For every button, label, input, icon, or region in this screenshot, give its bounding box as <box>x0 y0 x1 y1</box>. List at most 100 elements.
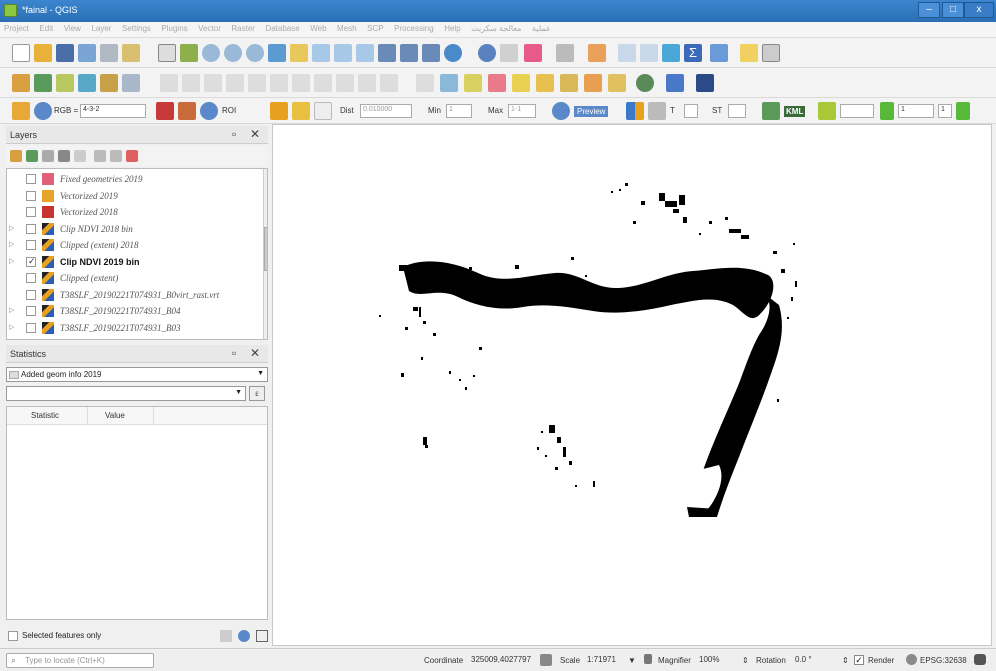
crs-label[interactable]: EPSG:32638 <box>920 656 967 665</box>
expression-builder-icon[interactable]: ε <box>249 386 265 401</box>
zoom-out-icon[interactable] <box>224 44 242 62</box>
python-console-icon[interactable] <box>636 74 654 92</box>
expand-arrow-icon[interactable]: ▷ <box>9 323 17 331</box>
zoom-full-icon[interactable] <box>268 44 286 62</box>
select-features-icon[interactable] <box>524 44 542 62</box>
messages-icon[interactable] <box>974 654 986 665</box>
magnifier-spinbox[interactable]: 100% <box>696 653 736 668</box>
zoom-native-icon[interactable] <box>334 44 352 62</box>
action-icon[interactable] <box>500 44 518 62</box>
layer-labeling-icon[interactable] <box>440 74 458 92</box>
column-value[interactable]: Value <box>105 411 125 420</box>
classification-preview-icon[interactable] <box>626 102 644 120</box>
field-calculator-icon[interactable] <box>640 44 658 62</box>
data-source-manager-icon[interactable] <box>12 74 30 92</box>
zoom-layer-icon[interactable] <box>312 44 330 62</box>
menu-scp[interactable]: SCP <box>363 22 387 35</box>
menu-settings[interactable]: Settings <box>118 22 155 35</box>
new-bookmark-icon[interactable] <box>740 44 758 62</box>
scrollbar-thumb[interactable] <box>264 227 267 271</box>
layer-item[interactable]: Vectorized 2018 <box>7 204 257 221</box>
collapse-all-icon[interactable] <box>110 150 122 162</box>
pin-labels-icon[interactable] <box>464 74 482 92</box>
layer-visibility-checkbox[interactable] <box>26 306 36 316</box>
temporal-controller-icon[interactable] <box>422 44 440 62</box>
identify-features-icon[interactable] <box>478 44 496 62</box>
menu-help[interactable]: Help <box>440 22 464 35</box>
zoom-preview-icon[interactable] <box>552 102 570 120</box>
scp-field-1[interactable] <box>840 104 874 118</box>
zoom-selection-icon[interactable] <box>290 44 308 62</box>
refresh-icon[interactable] <box>238 630 250 642</box>
rotate-label-icon[interactable] <box>560 74 578 92</box>
locator-search-input[interactable]: ⌕ Type to locate (Ctrl+K) <box>6 653 154 668</box>
add-feature-icon[interactable] <box>226 74 244 92</box>
redo-icon[interactable] <box>380 74 398 92</box>
copy-statistics-icon[interactable] <box>220 630 232 642</box>
plugin-icon[interactable] <box>696 74 714 92</box>
new-project-icon[interactable] <box>12 44 30 62</box>
add-group-icon[interactable] <box>26 150 38 162</box>
show-map-tips-icon[interactable] <box>710 44 728 62</box>
activate-roi-pointer-icon[interactable] <box>292 102 310 120</box>
style-manager-icon[interactable] <box>10 150 22 162</box>
selected-features-only-checkbox[interactable]: Selected features only <box>6 628 268 644</box>
spinbox-arrows-icon[interactable]: ⇕ <box>842 656 849 665</box>
chevron-down-icon[interactable]: ▼ <box>628 656 636 665</box>
layers-scrollbar[interactable] <box>263 169 267 339</box>
save-edits-icon[interactable] <box>204 74 222 92</box>
layer-item[interactable]: ▷ T38SLF_20190221T074931_B04 <box>7 303 257 320</box>
map-canvas[interactable] <box>272 124 992 646</box>
close-button[interactable]: x <box>964 2 994 18</box>
highlight-pinned-icon[interactable] <box>488 74 506 92</box>
min-spinbox[interactable]: 1 <box>446 104 472 118</box>
vertex-tool-icon[interactable] <box>248 74 266 92</box>
st-spinbox[interactable] <box>728 104 746 118</box>
layer-visibility-checkbox[interactable] <box>26 322 36 333</box>
move-label-icon[interactable] <box>536 74 554 92</box>
menu-plugins[interactable]: Plugins <box>157 22 191 35</box>
new-print-layout-icon[interactable] <box>78 44 96 62</box>
style-manager-icon[interactable] <box>122 44 140 62</box>
statistics-layer-combo[interactable]: Added geom info 2019 ▼ <box>6 367 268 382</box>
pan-map-icon[interactable] <box>158 44 176 62</box>
zoom-input-image-icon[interactable] <box>34 102 52 120</box>
zoom-in-icon[interactable] <box>202 44 220 62</box>
pan-to-selection-icon[interactable] <box>180 44 198 62</box>
layer-item[interactable]: Fixed geometries 2019 <box>7 171 257 188</box>
layer-visibility-checkbox[interactable] <box>26 240 36 250</box>
menu-raster[interactable]: Raster <box>227 22 259 35</box>
layer-visibility-checkbox[interactable] <box>26 273 36 283</box>
toggle-extents-icon[interactable] <box>540 654 552 666</box>
layer-visibility-checkbox[interactable] <box>26 207 36 217</box>
float-panel-icon[interactable]: ▫ <box>232 127 236 141</box>
undo-icon[interactable] <box>358 74 376 92</box>
layout-manager-icon[interactable] <box>100 44 118 62</box>
zoom-temp-roi-icon[interactable] <box>200 102 218 120</box>
layer-item[interactable]: ▷ Clip NDVI 2018 bin <box>7 221 257 238</box>
layer-visibility-checkbox[interactable] <box>26 256 36 267</box>
menu-database[interactable]: Database <box>261 22 303 35</box>
open-attribute-table-icon[interactable] <box>618 44 636 62</box>
current-edits-icon[interactable] <box>182 74 200 92</box>
max-spinbox[interactable]: 1-1 <box>508 104 536 118</box>
layer-item[interactable]: Vectorized 2019 <box>7 188 257 205</box>
label-props-icon[interactable] <box>608 74 626 92</box>
render-checkbox[interactable]: ✓ <box>854 655 864 665</box>
menu-arabic-1[interactable]: معالجة سكربت <box>467 22 525 35</box>
spinbox-arrows-icon[interactable]: ⇕ <box>742 656 749 665</box>
menu-vector[interactable]: Vector <box>194 22 225 35</box>
copy-features-icon[interactable] <box>314 74 332 92</box>
expand-arrow-icon[interactable]: ▷ <box>9 240 17 248</box>
local-cumulative-stretch-icon[interactable] <box>156 102 174 120</box>
menu-arabic-2[interactable]: عملية <box>528 22 555 35</box>
calculator-icon[interactable] <box>818 102 836 120</box>
run-arrow-icon[interactable] <box>956 102 970 120</box>
crs-globe-icon[interactable] <box>906 654 917 665</box>
zoom-rubberband-icon[interactable] <box>246 44 264 62</box>
python-plugin-icon[interactable] <box>666 74 684 92</box>
download-images-icon[interactable] <box>762 102 780 120</box>
dock-icon[interactable] <box>256 630 268 642</box>
paste-features-icon[interactable] <box>336 74 354 92</box>
scp-dock-icon[interactable] <box>12 102 30 120</box>
